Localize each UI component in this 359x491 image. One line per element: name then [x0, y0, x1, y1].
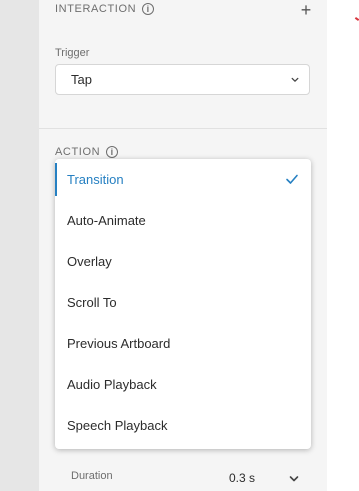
canvas-area	[327, 0, 359, 491]
section-divider	[39, 128, 327, 129]
action-header: ACTION i	[55, 146, 119, 158]
checkmark-icon	[286, 174, 298, 184]
dropdown-item-label: Overlay	[67, 254, 112, 269]
interaction-title: INTERACTION	[55, 3, 137, 15]
dropdown-item-scroll-to[interactable]: Scroll To	[55, 282, 311, 323]
dropdown-item-label: Auto-Animate	[67, 213, 146, 228]
info-icon[interactable]: i	[106, 146, 119, 158]
dropdown-item-transition[interactable]: Transition	[55, 159, 311, 200]
chevron-down-icon	[291, 77, 299, 82]
duration-row: Duration	[71, 470, 311, 482]
dropdown-item-label: Audio Playback	[67, 377, 157, 392]
dropdown-item-label: Speech Playback	[67, 418, 168, 433]
info-icon[interactable]: i	[142, 3, 155, 15]
chevron-down-icon[interactable]	[289, 474, 299, 484]
dropdown-item-speech-playback[interactable]: Speech Playback	[55, 405, 311, 446]
trigger-label: Trigger	[55, 47, 90, 59]
dropdown-item-previous-artboard[interactable]: Previous Artboard	[55, 323, 311, 364]
plus-icon[interactable]: +	[298, 1, 314, 19]
trigger-value: Tap	[71, 72, 92, 87]
dropdown-item-label: Previous Artboard	[67, 336, 171, 351]
dropdown-item-audio-playback[interactable]: Audio Playback	[55, 364, 311, 405]
dropdown-item-label: Scroll To	[67, 295, 117, 310]
action-title: ACTION	[55, 146, 101, 158]
dropdown-item-label: Transition	[67, 172, 124, 187]
duration-label: Duration	[71, 470, 113, 482]
action-type-dropdown: Transition Auto-Animate Overlay Scroll T…	[55, 159, 311, 449]
duration-value[interactable]: 0.3 s	[229, 471, 255, 485]
dropdown-item-auto-animate[interactable]: Auto-Animate	[55, 200, 311, 241]
app-window: INTERACTION i + Trigger Tap ACTION i Tra…	[0, 0, 359, 491]
left-gutter	[0, 0, 39, 491]
trigger-select[interactable]: Tap	[55, 64, 310, 95]
dropdown-item-overlay[interactable]: Overlay	[55, 241, 311, 282]
interaction-header: INTERACTION i	[55, 3, 155, 15]
